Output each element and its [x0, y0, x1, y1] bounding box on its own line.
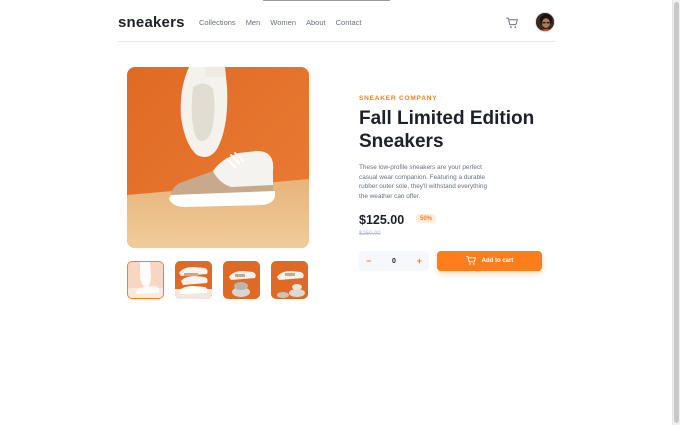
thumbnail-3[interactable]	[223, 261, 260, 299]
current-price: $125.00	[359, 213, 405, 227]
cart-icon	[465, 252, 476, 270]
main-product-image[interactable]	[127, 67, 309, 248]
company-label: SNEAKER COMPANY	[359, 95, 438, 102]
site-header: sneakers Collections Men Women About Con…	[118, 10, 556, 42]
add-to-cart-label: Add to cart	[481, 258, 514, 264]
main-nav: Collections Men Women About Contact	[199, 18, 361, 27]
discount-badge: 50%	[416, 214, 437, 223]
original-price: $250.00	[359, 231, 381, 237]
thumbnail-strip	[127, 261, 308, 299]
quantity-value: 0	[392, 257, 396, 265]
cart-icon[interactable]	[506, 16, 518, 28]
nav-women[interactable]: Women	[270, 18, 296, 27]
decrease-button[interactable]: −	[366, 256, 371, 266]
page-scrollbar[interactable]	[672, 0, 680, 425]
scrollbar-thumb[interactable]	[674, 2, 679, 423]
add-to-cart-button[interactable]: Add to cart	[437, 251, 542, 271]
avatar[interactable]	[535, 12, 555, 32]
thumbnail-1[interactable]	[127, 261, 164, 299]
nav-about[interactable]: About	[306, 18, 326, 27]
top-indicator	[263, 0, 390, 1]
thumbnail-2[interactable]	[175, 261, 212, 299]
increase-button[interactable]: +	[417, 256, 422, 266]
nav-men[interactable]: Men	[246, 18, 261, 27]
product-title: Fall Limited Edition Sneakers	[359, 108, 535, 152]
product-description: These low-profile sneakers are your perf…	[359, 164, 488, 200]
nav-collections[interactable]: Collections	[199, 18, 236, 27]
quantity-stepper: − 0 +	[359, 251, 429, 271]
thumbnail-4[interactable]	[271, 261, 308, 299]
logo[interactable]: sneakers	[118, 14, 185, 31]
nav-contact[interactable]: Contact	[336, 18, 362, 27]
